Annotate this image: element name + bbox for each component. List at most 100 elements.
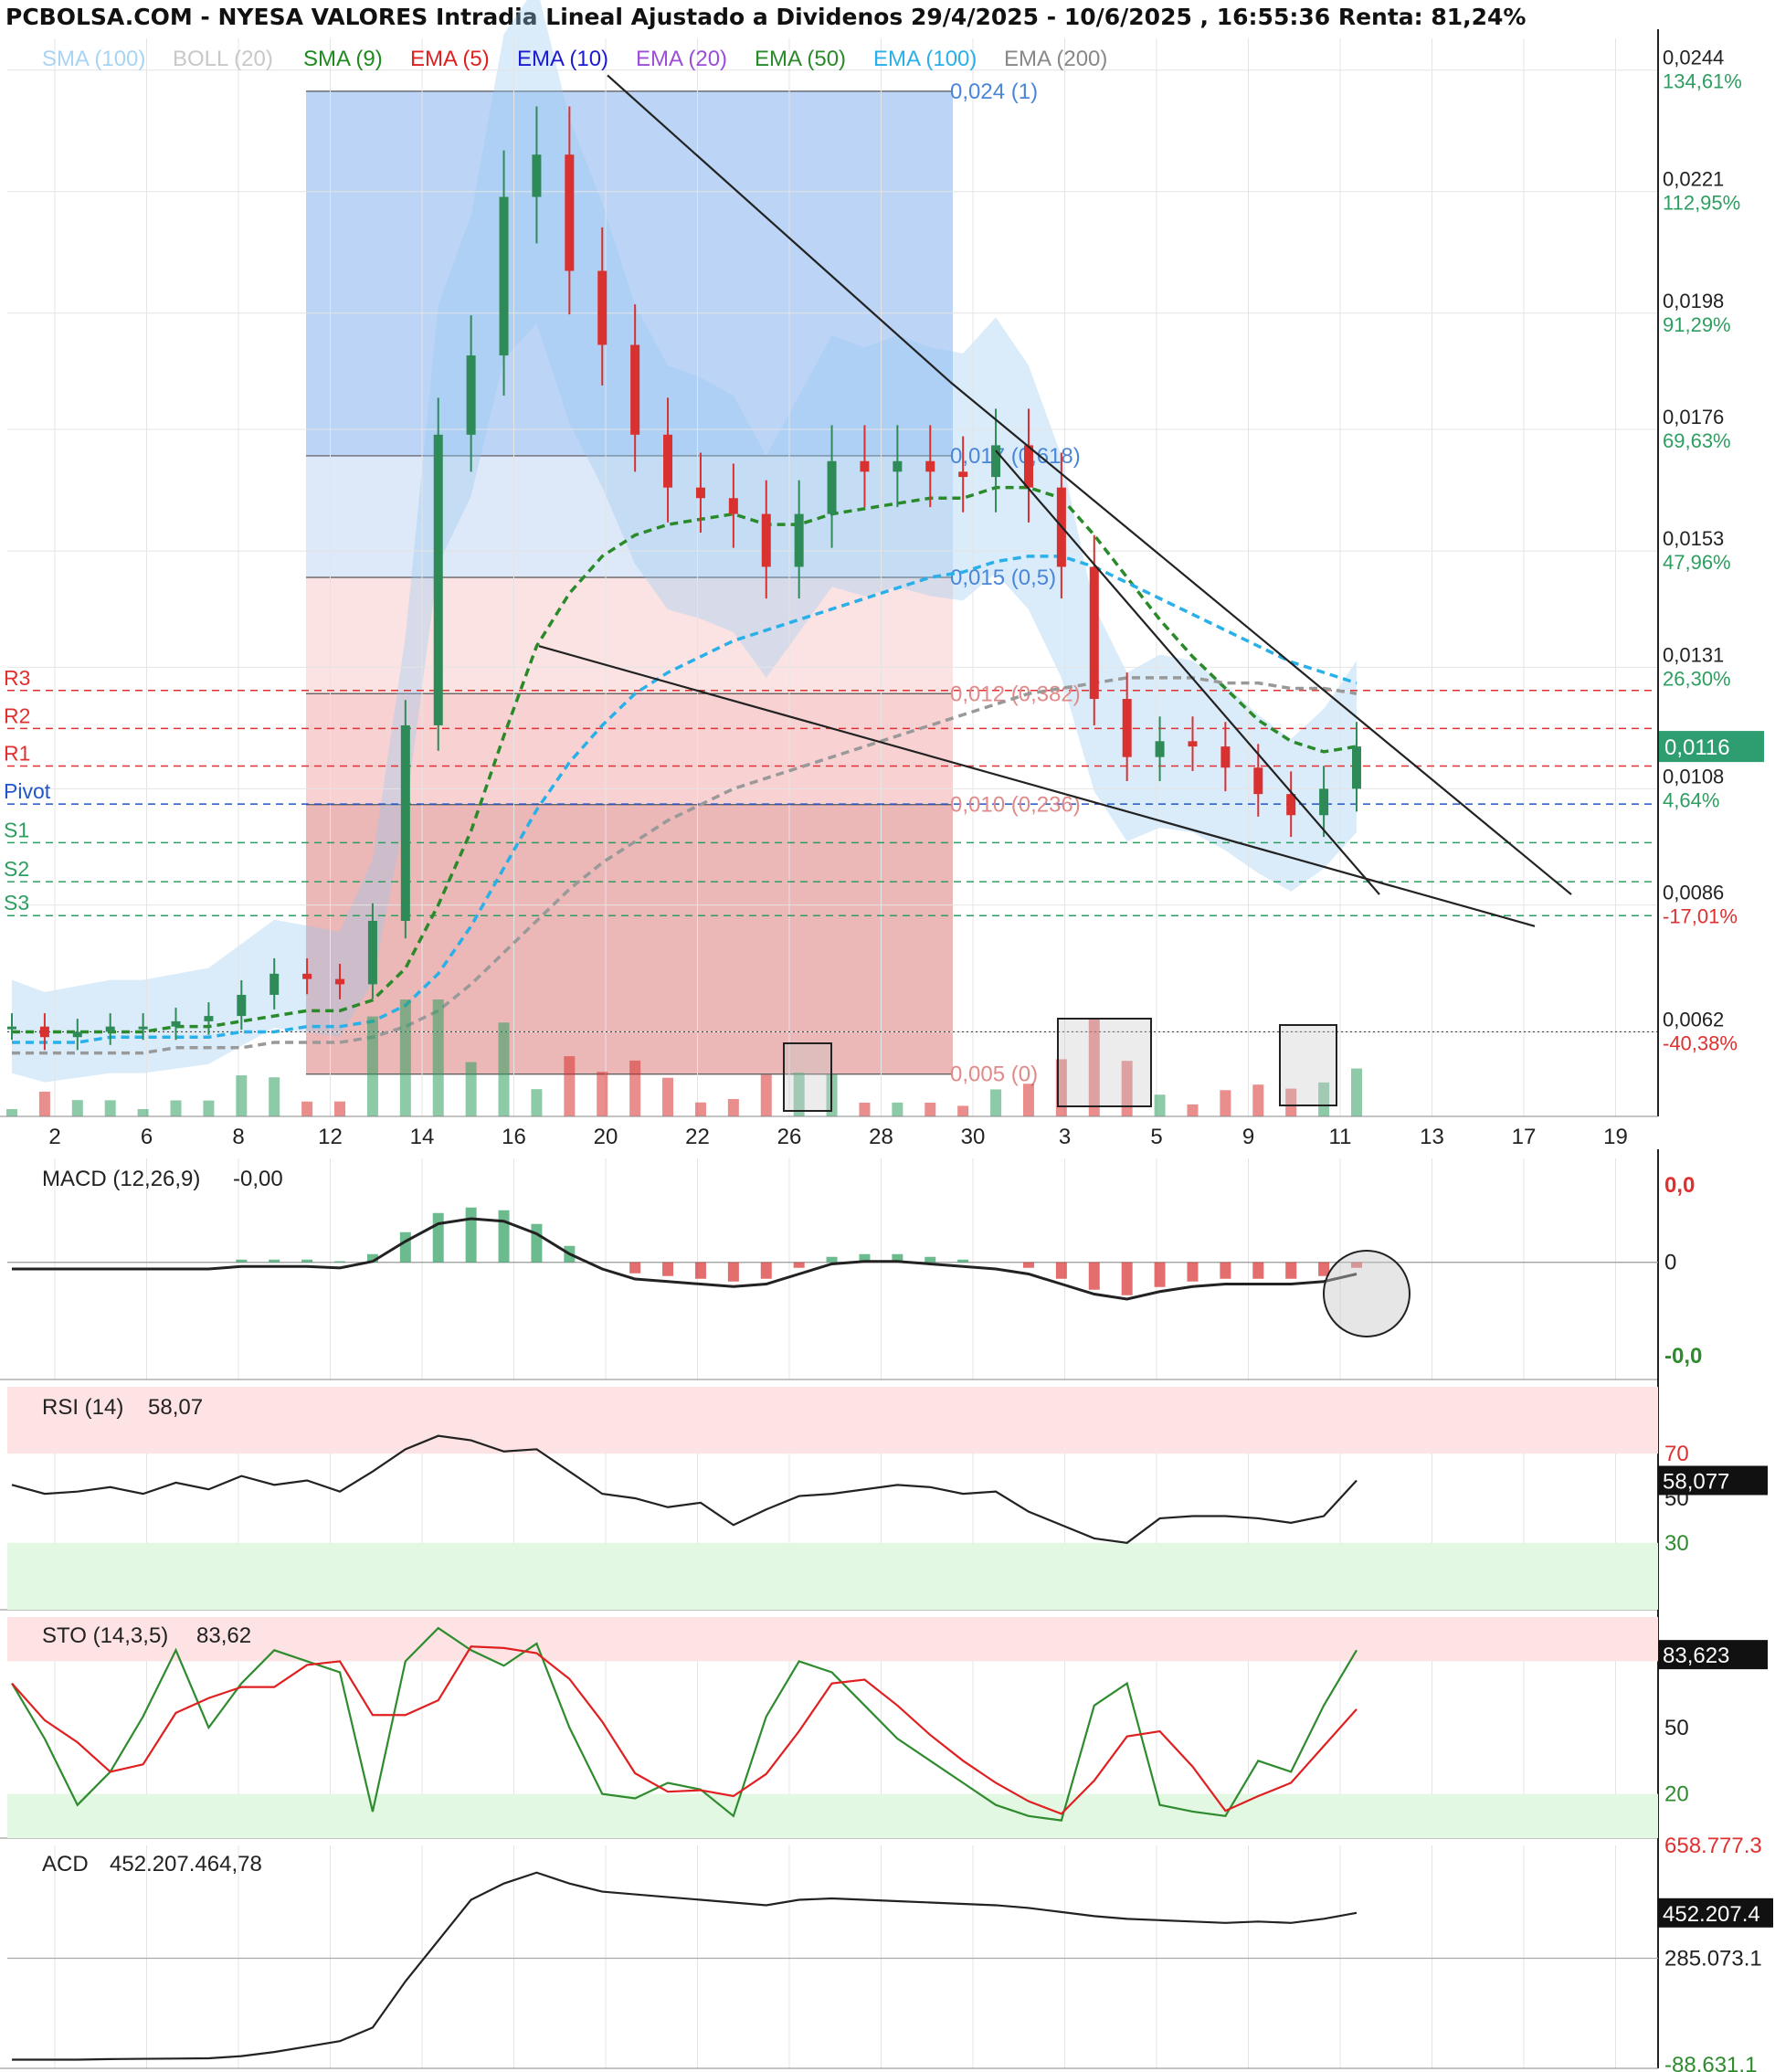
volume-bar — [6, 1109, 17, 1116]
sto-last-value: 83,623 — [1663, 1644, 1729, 1668]
volume-bar — [432, 999, 444, 1116]
candle-body — [991, 445, 1001, 478]
candle-body — [1122, 699, 1132, 757]
macd-histogram-bar — [1220, 1262, 1231, 1279]
candle-body — [1155, 741, 1165, 757]
macd-tick-zero: 0 — [1664, 1251, 1676, 1275]
candle-body — [204, 1016, 214, 1021]
sto-tick-20: 20 — [1664, 1782, 1689, 1807]
fib-label: 0,015 (0,5) — [950, 566, 1056, 590]
candle-body — [958, 471, 968, 478]
macd-histogram-bar — [269, 1259, 280, 1263]
volume-bar — [366, 1016, 378, 1116]
volume-bar — [859, 1102, 871, 1116]
macd-tick-bottom: -0,0 — [1664, 1344, 1702, 1369]
fib-label: 0,005 (0) — [950, 1062, 1038, 1087]
macd-histogram-bar — [399, 1232, 411, 1263]
candle-body — [794, 513, 804, 567]
candle-body — [1253, 767, 1263, 795]
candle-body — [302, 973, 312, 979]
sto-tick-50: 50 — [1664, 1716, 1689, 1740]
acd-tick-mid: 285.073.1 — [1664, 1946, 1762, 1971]
x-tick-label: 20 — [594, 1125, 618, 1149]
volume-bar — [170, 1100, 182, 1116]
macd-histogram-bar — [236, 1259, 248, 1263]
rsi-title: RSI (14) — [42, 1395, 123, 1420]
macd-histogram-bar — [957, 1259, 969, 1263]
macd-histogram-bar — [826, 1256, 838, 1263]
rsi-tick-30: 30 — [1664, 1531, 1689, 1556]
sto-value: 83,62 — [196, 1623, 251, 1648]
macd-histogram-bar — [334, 1261, 346, 1263]
x-tick-label: 16 — [502, 1125, 526, 1149]
x-tick-label: 19 — [1603, 1125, 1628, 1149]
y-tick-pct: 47,96% — [1663, 551, 1731, 574]
candle-body — [860, 460, 870, 472]
y-tick-price: 0,0176 — [1663, 406, 1724, 428]
candle-body — [466, 355, 476, 435]
candle-body — [39, 1026, 49, 1038]
y-tick-pct: 69,63% — [1663, 429, 1731, 452]
macd-histogram-bar — [498, 1210, 510, 1263]
legend-item: EMA (100) — [873, 47, 977, 71]
legend-item: BOLL (20) — [173, 47, 273, 71]
volume-bar — [531, 1089, 543, 1116]
macd-histogram-bar — [1285, 1262, 1297, 1279]
fib-label: 0,010 (0,236) — [950, 793, 1081, 818]
stock-chart: 2 6 8 12 14 16 20 22 26 28 30 3 5 9 11 13 17 190,0244134,… — [0, 0, 1773, 2072]
volume-bar — [104, 1100, 116, 1116]
legend-item: EMA (20) — [636, 47, 727, 71]
candle-body — [925, 460, 935, 472]
y-tick-pct: 91,29% — [1663, 313, 1731, 336]
candle-body — [335, 978, 345, 985]
rsi-oversold-zone — [7, 1542, 1658, 1610]
volume-bar — [990, 1089, 1002, 1116]
legend-item: EMA (50) — [755, 47, 846, 71]
candle-body — [1089, 566, 1099, 700]
x-tick-label: 14 — [410, 1125, 435, 1149]
macd-histogram-bar — [1121, 1262, 1133, 1295]
candle-body — [695, 487, 705, 499]
candle-body — [728, 498, 738, 514]
x-tick-label: 5 — [1150, 1125, 1162, 1149]
candle-body — [7, 1026, 16, 1030]
x-tick-label: 9 — [1242, 1125, 1254, 1149]
candle-body — [237, 994, 247, 1017]
volume-bar — [269, 1077, 280, 1116]
volume-bar — [236, 1075, 248, 1116]
fib-label: 0,024 (1) — [950, 79, 1038, 104]
y-tick-pct: 4,64% — [1663, 788, 1719, 811]
pivot-label-r3: R3 — [4, 666, 30, 690]
y-tick-pct: 112,95% — [1663, 192, 1740, 215]
macd-histogram-bar — [694, 1262, 706, 1279]
y-tick-price: 0,0221 — [1663, 168, 1724, 191]
volume-bar — [38, 1091, 50, 1116]
macd-histogram-bar — [1252, 1262, 1264, 1279]
volume-bar — [597, 1072, 608, 1116]
x-tick-label: 28 — [869, 1125, 893, 1149]
volume-bar — [892, 1102, 903, 1116]
macd-histogram-bar — [727, 1262, 739, 1282]
y-tick-pct: 26,30% — [1663, 667, 1731, 690]
acd-title: ACD — [42, 1852, 89, 1876]
volume-bar — [203, 1100, 215, 1116]
macd-line — [12, 1217, 1358, 1301]
sto-oversold-zone — [7, 1793, 1658, 1838]
macd-histogram-bar — [1154, 1262, 1166, 1287]
y-tick-price: 0,0108 — [1663, 765, 1724, 788]
volume-bar — [498, 1022, 510, 1116]
volume-bar — [1154, 1094, 1166, 1116]
volume-bar — [694, 1102, 706, 1116]
macd-highlight-circle — [1323, 1250, 1410, 1337]
x-tick-label: 22 — [685, 1125, 710, 1149]
x-tick-label: 13 — [1420, 1125, 1444, 1149]
macd-histogram-bar — [629, 1262, 641, 1274]
y-tick-price: 0,0131 — [1663, 643, 1724, 666]
candle-body — [400, 724, 410, 921]
volume-bar — [727, 1098, 739, 1116]
x-tick-label: 8 — [232, 1125, 244, 1149]
x-tick-label: 12 — [318, 1125, 343, 1149]
volume-bar — [662, 1077, 674, 1116]
candle-body — [663, 434, 673, 488]
candle-body — [1352, 746, 1361, 789]
